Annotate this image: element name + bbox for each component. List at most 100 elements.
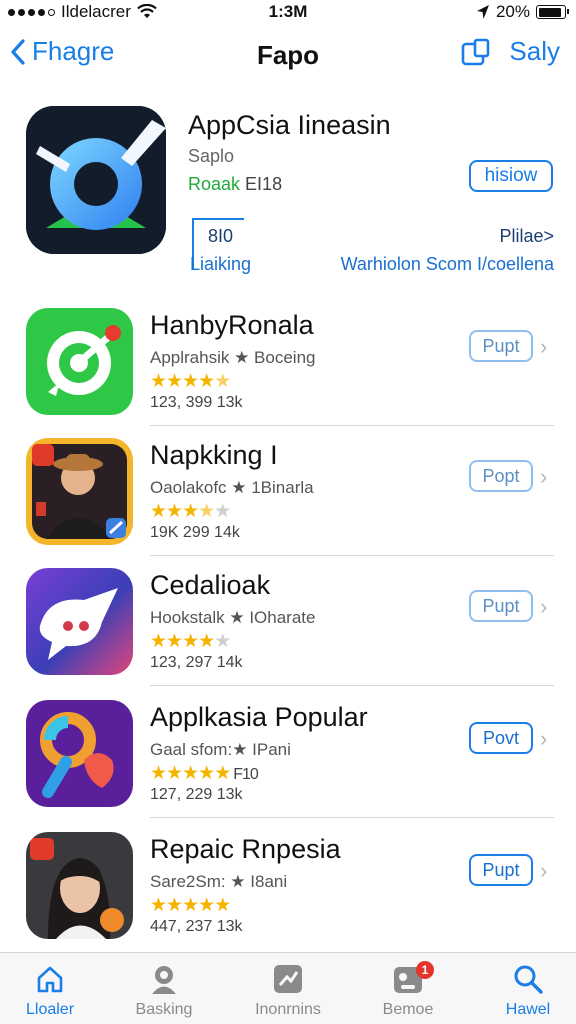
app-stats: 127, 229 13k [150, 786, 243, 803]
star-icon: ★ [214, 895, 231, 916]
app-subtitle: Sare2Sm: ★ I8ani [150, 872, 288, 891]
battery-fill [538, 7, 561, 17]
app-icon-applkasia [26, 700, 133, 807]
tab-games[interactable]: 1 Bemoe [358, 961, 458, 1019]
featured-stat-value: 8I0 [208, 226, 234, 246]
status-right: 20% [476, 2, 569, 22]
app-icon-repaic [26, 832, 133, 939]
rating-stars: ★★★★★ [150, 894, 231, 917]
app-subtitle: Oaolakofc ★ 1Binarla [150, 478, 314, 497]
star-icon: ★ [182, 501, 199, 522]
featured-app-title: AppCsia Iineasin [188, 110, 391, 140]
list-item[interactable]: Napkking I Oaolakofc ★ 1Binarla ★★★★★ 19… [0, 426, 576, 556]
home-icon [37, 966, 63, 993]
search-icon [514, 965, 543, 994]
chevron-right-icon[interactable]: › [540, 726, 547, 752]
list-item[interactable]: Repaic Rnpesia Sare2Sm: ★ I8ani ★★★★★ 44… [0, 820, 576, 950]
star-icon: ★ [166, 895, 183, 916]
rating-stars: ★★★★★ F10 [150, 762, 259, 785]
tab-label: Hawel [505, 1001, 551, 1018]
row-divider [150, 817, 554, 818]
tab-search[interactable]: Hawel [478, 961, 576, 1019]
star-icon: ★ [182, 763, 199, 784]
app-subtitle: Gaal sfom:★ IPani [150, 740, 291, 759]
app-subtitle: Applrahsik ★ Boceing [150, 348, 316, 367]
star-icon: ★ [150, 763, 167, 784]
app-name: Applkasia Popular [150, 702, 368, 732]
nav-right-button[interactable]: Saly [509, 36, 560, 67]
featured-app-icon [26, 106, 166, 254]
app-name: Repaic Rnpesia [150, 834, 341, 864]
star-icon: ★ [166, 763, 183, 784]
tab-label: Bemoe [382, 1001, 434, 1018]
tab-label: Basking [135, 1001, 193, 1018]
person-icon [152, 966, 176, 994]
featured-link[interactable]: Warhiolon Scom I/coellena [341, 254, 554, 275]
location-icon [476, 5, 489, 19]
star-icon: ★ [166, 501, 183, 522]
get-button[interactable]: Pupt [469, 590, 533, 622]
tab-label: Inonrnins [255, 1001, 321, 1018]
rating-stars: ★★★★★ [150, 630, 231, 653]
get-button[interactable]: Popt [469, 460, 533, 492]
featured-app-subtitle: Saplo [188, 146, 235, 166]
share-icon[interactable] [461, 38, 491, 66]
app-icon-napkking [26, 438, 133, 545]
featured-app[interactable]: AppCsia Iineasin Saplo Roaak EI18 hisiow… [0, 96, 576, 286]
nav-actions: Saly [461, 36, 560, 67]
app-icon-hanbyronala [26, 308, 133, 415]
chevron-right-icon[interactable]: › [540, 858, 547, 884]
rank-value: EI18 [245, 174, 283, 194]
app-name: Napkking I [150, 440, 278, 470]
star-icon: ★ [198, 501, 215, 522]
battery-icon [536, 5, 569, 19]
featured-app-rank: Roaak EI18 [188, 174, 282, 195]
battery-percent: 20% [495, 2, 530, 21]
get-button[interactable]: Pupt [469, 330, 533, 362]
featured-stat-label[interactable]: Liaiking [190, 254, 251, 275]
app-name: Cedalioak [150, 570, 271, 600]
tab-home[interactable]: Lloaler [0, 961, 100, 1019]
get-button[interactable]: Pupt [469, 854, 533, 886]
navigation-bar: Fhagre Fapo Saly [0, 28, 576, 84]
app-stats: 123, 297 14k [150, 654, 243, 671]
star-icon: ★ [214, 371, 231, 392]
list-item[interactable]: HanbyRonala Applrahsik ★ Boceing ★★★★★ 1… [0, 296, 576, 426]
get-button[interactable]: Povt [469, 722, 533, 754]
featured-rating-label[interactable]: Plilae> [499, 226, 554, 247]
star-icon: ★ [214, 501, 231, 522]
tab-updates[interactable]: Inonrnins [238, 961, 338, 1019]
rating-stars: ★★★★★ [150, 370, 231, 393]
star-icon: ★ [182, 895, 199, 916]
list-item[interactable]: Cedalioak Hookstalk ★ IOharate ★★★★★ 123… [0, 556, 576, 686]
chevron-right-icon[interactable]: › [540, 464, 547, 490]
chevron-right-icon[interactable]: › [540, 334, 547, 360]
rating-stars: ★★★★★ [150, 500, 231, 523]
status-bar: Ildelacrer 1:3M 20% [0, 0, 576, 26]
star-icon: ★ [198, 895, 215, 916]
notification-badge: 1 [416, 961, 434, 979]
star-icon: ★ [166, 371, 183, 392]
app-stats: 19K 299 14k [150, 524, 240, 541]
app-name: HanbyRonala [150, 310, 314, 340]
star-icon: ★ [150, 631, 167, 652]
rating-suffix: F10 [233, 766, 259, 783]
list-item[interactable]: Applkasia Popular Gaal sfom:★ IPani ★★★★… [0, 688, 576, 818]
star-icon: ★ [198, 763, 215, 784]
app-icon-cedalioak [26, 568, 133, 675]
tab-bar: Lloaler Basking Inonrnins 1 Bemoe Hawel [0, 952, 576, 1024]
row-divider [150, 685, 554, 686]
star-icon: ★ [198, 371, 215, 392]
star-icon: ★ [166, 631, 183, 652]
tab-person[interactable]: Basking [114, 961, 214, 1019]
star-icon: ★ [182, 631, 199, 652]
chevron-right-icon[interactable]: › [540, 594, 547, 620]
updates-icon [274, 965, 302, 993]
featured-action-button[interactable]: hisiow [469, 160, 553, 192]
star-icon: ★ [214, 631, 231, 652]
star-icon: ★ [214, 763, 231, 784]
star-icon: ★ [182, 371, 199, 392]
app-subtitle: Hookstalk ★ IOharate [150, 608, 316, 627]
app-stats: 447, 237 13k [150, 918, 243, 935]
app-stats: 123, 399 13k [150, 394, 243, 411]
